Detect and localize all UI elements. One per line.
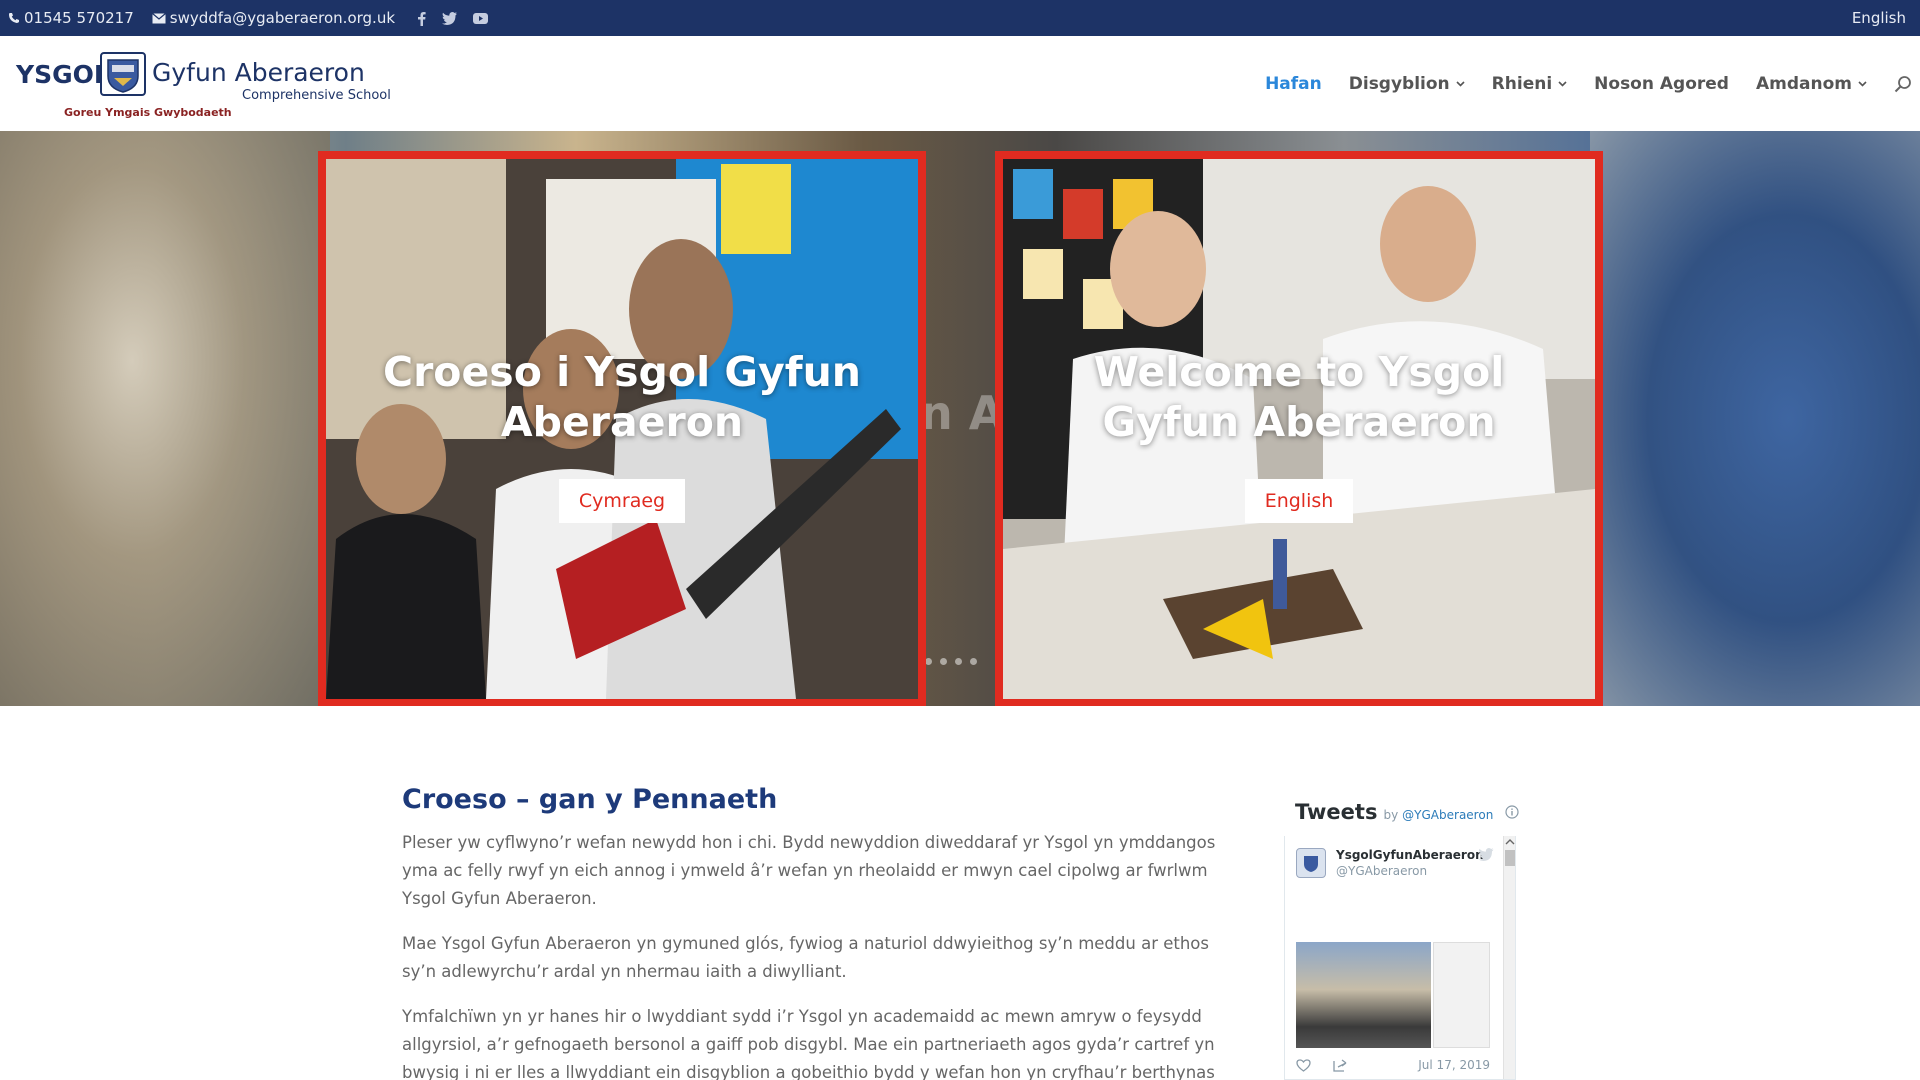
nav-item-disgyblion[interactable]: Disgyblion — [1349, 74, 1465, 94]
slider-dot[interactable] — [925, 658, 932, 665]
english-button[interactable]: English — [1244, 479, 1354, 523]
slider-dot[interactable] — [955, 658, 962, 665]
welcome-paragraph: Mae Ysgol Gyfun Aberaeron yn gymuned gló… — [402, 934, 1209, 981]
nav-item-rhieni[interactable]: Rhieni — [1492, 74, 1567, 94]
main-nav: Hafan Disgyblion Rhieni Noson Agored Amd… — [1265, 36, 1920, 131]
info-icon[interactable] — [1505, 805, 1519, 819]
logo-gyfun-text: Gyfun Aberaeron — [152, 58, 365, 87]
welsh-welcome-panel: Croeso i Ysgol Gyfun Aberaeron Cymraeg — [318, 151, 926, 706]
school-crest-icon — [1304, 856, 1318, 872]
hero-background-text: n A — [920, 386, 1005, 440]
top-bar: 01545 570217 swyddfa@ygaberaeron.org.uk … — [0, 0, 1920, 36]
chevron-down-icon — [1858, 80, 1867, 87]
welsh-welcome-title: Croeso i Ysgol Gyfun Aberaeron — [383, 348, 861, 446]
tweet-actions: Jul 17, 2019 — [1296, 1058, 1490, 1072]
hero-background-left — [0, 131, 330, 706]
slider-dot[interactable] — [970, 658, 977, 665]
search-icon[interactable] — [1894, 75, 1912, 93]
school-crest-icon — [100, 52, 146, 96]
tweet-photo[interactable] — [1433, 942, 1490, 1048]
email-contact[interactable]: swyddfa@ygaberaeron.org.uk — [151, 9, 396, 27]
envelope-icon — [151, 12, 166, 23]
twitter-icon[interactable] — [442, 11, 458, 25]
logo-ysgol-text: YSGOL — [16, 60, 110, 89]
email-address: swyddfa@ygaberaeron.org.uk — [169, 9, 396, 27]
language-switch-link[interactable]: English — [1852, 9, 1906, 27]
nav-item-label: Hafan — [1265, 73, 1322, 94]
avatar[interactable] — [1296, 848, 1326, 878]
chevron-down-icon — [1456, 80, 1465, 87]
phone-icon — [9, 13, 19, 23]
scrollbar-thumb[interactable] — [1505, 850, 1515, 866]
nav-item-label: Amdanom — [1755, 73, 1852, 94]
social-links — [417, 11, 489, 26]
english-welcome-panel: Welcome to Ysgol Gyfun Aberaeron English — [995, 151, 1603, 706]
tweets-by-label: by — [1383, 808, 1399, 822]
site-header: YSGOL Gyfun Aberaeron Comprehensive Scho… — [0, 36, 1920, 131]
tweets-handle-link[interactable]: @YGAberaeron — [1402, 808, 1493, 822]
nav-item-label: Disgyblion — [1348, 73, 1450, 94]
twitter-bird-icon[interactable] — [1478, 848, 1494, 861]
tweet-author-handle: @YGAberaeron — [1336, 864, 1428, 878]
welcome-heading: Croeso – gan y Pennaeth — [402, 784, 778, 815]
nav-item-amdanom[interactable]: Amdanom — [1756, 74, 1867, 94]
tweets-title: Tweets — [1295, 800, 1378, 824]
tweet-author-name: YsgolGyfunAberaeron — [1336, 848, 1484, 862]
slider-dot[interactable] — [940, 658, 947, 665]
heart-icon[interactable] — [1296, 1058, 1311, 1072]
hero-slider: n A Croeso i Ysgol Gyfun Aberaeron Cymra… — [0, 131, 1920, 706]
headteacher-welcome: Croeso – gan y Pennaeth Pleser yw cyflwy… — [402, 784, 1222, 1080]
facebook-icon[interactable] — [417, 11, 426, 26]
youtube-icon[interactable] — [473, 12, 489, 24]
cymraeg-button[interactable]: Cymraeg — [558, 479, 686, 523]
twitter-timeline[interactable]: YsgolGyfunAberaeron @YGAberaeron Jul 17,… — [1284, 836, 1516, 1080]
phone-number: 01545 570217 — [24, 9, 134, 27]
welcome-paragraph: Ymfalchïwn yn yr hanes hir o lwyddiant s… — [402, 1007, 1215, 1080]
share-icon[interactable] — [1333, 1058, 1348, 1072]
timeline-scrollbar[interactable] — [1503, 836, 1515, 1079]
chevron-down-icon — [1558, 80, 1567, 87]
tweet-photo[interactable] — [1296, 942, 1431, 1048]
english-welcome-title: Welcome to Ysgol Gyfun Aberaeron — [1093, 348, 1505, 446]
nav-item-label: Rhieni — [1491, 73, 1553, 94]
logo-comprehensive-text: Comprehensive School — [242, 88, 391, 103]
hero-background-right — [1590, 131, 1920, 706]
welcome-paragraph: Pleser yw cyflwyno’r wefan newydd hon i … — [402, 833, 1216, 908]
nav-item-hafan[interactable]: Hafan — [1265, 74, 1322, 94]
twitter-widget-header: Tweets by @YGAberaeron — [1295, 800, 1519, 824]
nav-item-noson-agored[interactable]: Noson Agored — [1594, 74, 1729, 94]
tweet-author[interactable]: YsgolGyfunAberaeron @YGAberaeron — [1296, 848, 1496, 878]
scroll-up-icon[interactable] — [1505, 838, 1515, 846]
tweet-media[interactable] — [1296, 942, 1490, 1048]
phone-contact[interactable]: 01545 570217 — [8, 9, 134, 27]
logo-motto: Goreu Ymgais Gwybodaeth — [64, 106, 232, 119]
school-logo[interactable]: YSGOL Gyfun Aberaeron Comprehensive Scho… — [16, 50, 396, 120]
nav-item-label: Noson Agored — [1594, 73, 1729, 94]
tweet-date[interactable]: Jul 17, 2019 — [1418, 1058, 1490, 1072]
